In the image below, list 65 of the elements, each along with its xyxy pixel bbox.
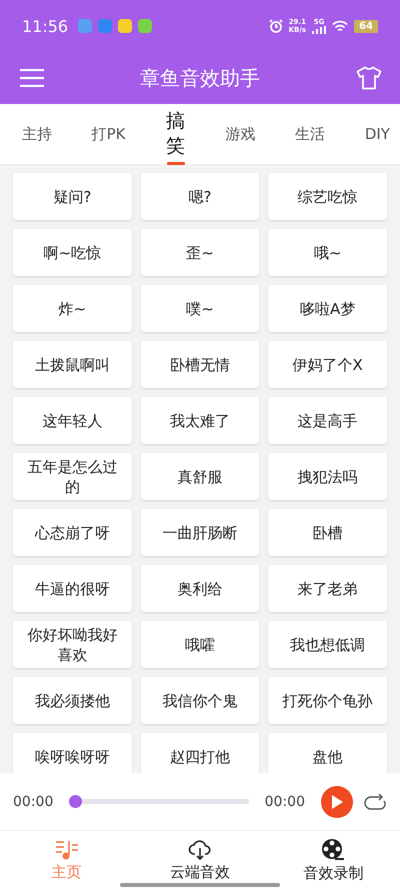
sound-button[interactable]: 真舒服: [140, 453, 260, 500]
nav-tab[interactable]: 音效录制: [273, 836, 394, 884]
sound-button[interactable]: 这是高手: [268, 397, 387, 444]
repeat-icon: [363, 792, 387, 812]
category-tab[interactable]: 主持: [22, 105, 52, 163]
sound-button[interactable]: 哦~: [268, 229, 387, 276]
sound-button[interactable]: 土拨鼠啊叫: [13, 341, 132, 388]
sound-button[interactable]: 卧槽无情: [140, 341, 260, 388]
sound-button[interactable]: 炸~: [13, 285, 132, 332]
sound-button[interactable]: 唉呀唉呀呀: [13, 733, 132, 773]
category-tab[interactable]: 生活: [295, 105, 326, 163]
cloud-download-icon: [188, 838, 212, 860]
status-time: 11:56: [22, 16, 68, 36]
sound-button[interactable]: 哦嚯: [140, 621, 260, 668]
progress-thumb[interactable]: [69, 795, 82, 808]
sound-button[interactable]: 奥利给: [140, 565, 260, 612]
current-time: 00:00: [13, 794, 54, 810]
sound-button[interactable]: 打死你个龟孙: [268, 677, 387, 724]
app-icon: [138, 19, 152, 33]
alarm-icon: [268, 19, 283, 33]
music-icon: [54, 838, 79, 860]
total-time: 00:00: [264, 794, 305, 810]
sound-button[interactable]: 综艺吃惊: [268, 173, 387, 220]
sound-button[interactable]: 拽犯法吗: [268, 453, 387, 500]
repeat-button[interactable]: [363, 792, 387, 812]
category-tab[interactable]: 搞笑: [165, 105, 186, 163]
sound-button[interactable]: 哆啦A梦: [268, 285, 387, 332]
sound-button[interactable]: 这年轻人: [13, 397, 132, 444]
sound-button[interactable]: 盘他: [268, 733, 387, 773]
sound-button[interactable]: 牛逼的很呀: [13, 565, 132, 612]
nav-tab[interactable]: 云端音效: [140, 838, 260, 882]
sound-button[interactable]: 疑问?: [13, 173, 132, 220]
sound-button[interactable]: 卧槽: [268, 509, 387, 556]
sound-button[interactable]: 嗯?: [140, 173, 260, 220]
play-button[interactable]: [321, 786, 353, 818]
category-tab[interactable]: DIY: [364, 105, 390, 163]
theme-button[interactable]: [356, 66, 382, 90]
sound-button[interactable]: 我也想低调: [268, 621, 387, 668]
category-tab[interactable]: 游戏: [226, 105, 256, 163]
signal-icon: [312, 26, 326, 34]
sound-button[interactable]: 心态崩了呀: [13, 509, 132, 556]
menu-icon: [20, 69, 44, 87]
sound-button[interactable]: 我必须搂他: [13, 677, 132, 724]
sound-button[interactable]: 来了老弟: [268, 565, 387, 612]
shirt-icon: [356, 66, 382, 90]
category-tab[interactable]: 打PK: [92, 105, 126, 163]
sound-button[interactable]: 五年是怎么过的: [13, 453, 132, 500]
app-icon: [78, 19, 92, 33]
app-title: 章鱼音效助手: [140, 64, 260, 92]
sound-button[interactable]: 我信你个鬼: [140, 677, 260, 724]
sound-button[interactable]: 你好坏呦我好喜欢: [13, 621, 132, 668]
app-icon: [118, 19, 132, 33]
sound-button[interactable]: 歪~: [140, 229, 260, 276]
sound-button[interactable]: 赵四打他: [140, 733, 260, 773]
sound-button[interactable]: 噗~: [140, 285, 260, 332]
app-icon: [98, 19, 112, 33]
play-icon: [331, 794, 343, 808]
sound-button[interactable]: 伊妈了个X: [268, 341, 387, 388]
sound-button[interactable]: 我太难了: [140, 397, 260, 444]
battery-level: 64: [354, 20, 378, 32]
film-reel-icon: [321, 838, 346, 862]
sound-button[interactable]: 一曲肝肠断: [140, 509, 260, 556]
sound-button[interactable]: 啊~吃惊: [13, 229, 132, 276]
wifi-icon: [332, 20, 348, 32]
menu-button[interactable]: [20, 69, 44, 87]
